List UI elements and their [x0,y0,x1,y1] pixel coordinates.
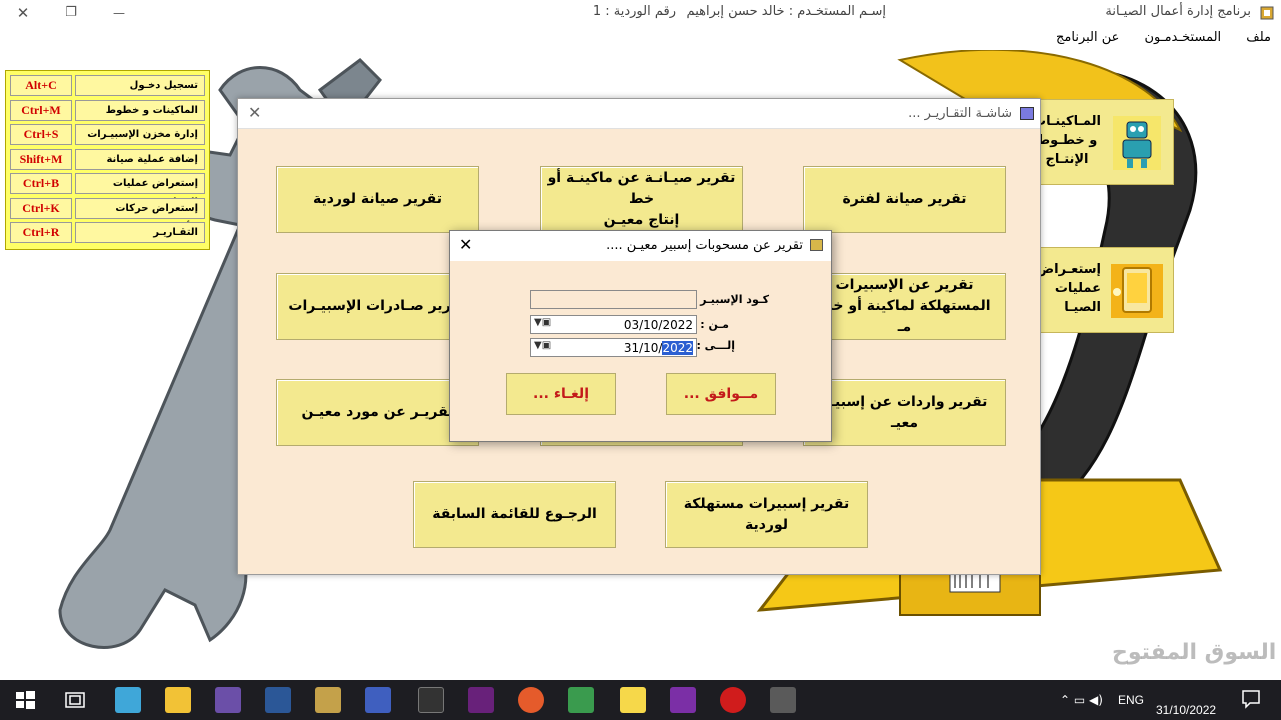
task-view-icon[interactable] [62,687,88,713]
back-to-previous-menu-button[interactable]: الرجـوع للقائمة السابقة [413,481,616,548]
robot-icon [1113,116,1161,170]
report-consumed-spares-shift-button[interactable]: تقرير إسبيرات مستهلكة لوردية [665,481,868,548]
shortcut-row[interactable]: Shift+M إضافة عملية صيانة [9,148,206,173]
spare-code-label: كـود الإسبيـر : [691,293,769,306]
shortcut-label: إدارة مخزن الإسبيـرات [75,124,205,145]
menu-users[interactable]: المستخـدمـون [1135,27,1232,48]
shortcut-label: الماكينات و خطوط الإنتاج [75,99,205,135]
operations-tile-label: إستعـراض عمليات الصيـا [1036,262,1101,315]
report-period-maintenance-button[interactable]: تقرير صيانة لفترة [803,166,1006,233]
maintenance-app-icon[interactable] [770,687,796,713]
reports-window-title: شاشـة التقـاريـر ... [908,106,1012,121]
watermark-text: السوق المفتوح [1112,640,1277,665]
dialog-title: تقرير عن مسحوبات إسبير معيـن .... [606,238,803,253]
close-icon[interactable]: ✕ [8,2,38,24]
app-titlebar: ✕ ❐ — رقم الوردية : 1 إسـم المستخـدم : خ… [0,0,1281,26]
close-icon[interactable]: ✕ [459,235,472,254]
machines-tile-label: المـاكينـات و خطـوط الإنتـاج [1033,114,1101,167]
visual-studio-2-icon[interactable] [468,687,494,713]
tablet-icon [1111,264,1163,318]
shortcut-key: Alt+C [10,75,72,96]
current-user-label: إسـم المستخـدم : خالد حسن إبراهيم [686,4,886,19]
app-title: برنامج إدارة أعمال الصيـانة [1105,4,1251,19]
shortcut-row[interactable]: Ctrl+B إستعراض عمليات الصيانة [9,172,206,208]
shortcut-key: Ctrl+M [10,99,72,121]
calendar-dropdown-icon[interactable]: ▼▣ [534,317,551,328]
operations-tile[interactable]: إستعـراض عمليات الصيـا [1030,247,1174,333]
shortcut-row[interactable]: Alt+C تسجيل دخـول [9,74,206,99]
windows-start-icon[interactable] [12,687,38,713]
shortcut-key: Ctrl+B [10,173,72,194]
to-date-prefix: 31/10/ [623,341,663,355]
file-explorer-icon[interactable] [165,687,191,713]
machines-tile[interactable]: المـاكينـات و خطـوط الإنتـاج [1030,99,1174,185]
to-date-label: إلـــى : [696,339,735,352]
shortcut-row[interactable]: Ctrl+R التقـاريـر [9,221,206,246]
app-icon [1260,6,1274,20]
close-icon[interactable]: ✕ [248,103,261,122]
shortcut-row[interactable]: Ctrl+M الماكينات و خطوط الإنتاج [9,99,206,135]
notifications-icon[interactable] [1240,688,1262,710]
menu-file[interactable]: ملف [1236,27,1281,48]
image-viewer-icon[interactable] [568,687,594,713]
ok-button[interactable]: مــوافق ... [666,373,776,415]
browser-icon[interactable] [518,687,544,713]
shortcut-label: إضافة عملية صيانة [75,148,205,170]
sticky-notes-icon[interactable] [620,687,646,713]
cancel-button[interactable]: إلغـاء ... [506,373,616,415]
window-icon [1020,107,1034,120]
remote-desktop-icon[interactable] [115,687,141,713]
tray-icons[interactable]: ⌃ ▭ ◀) [1060,693,1103,707]
shortcut-label: إستعراض عمليات الصيانة [75,173,205,208]
terminal-icon[interactable] [418,687,444,713]
recorder-icon[interactable] [720,687,746,713]
shortcut-key: Ctrl+K [10,197,72,219]
shortcut-key: Shift+M [10,148,72,170]
shift-number-label: رقم الوردية : 1 [592,4,676,19]
shortcut-key: Ctrl+S [10,124,72,145]
to-date-value: 31/10/2022 [624,341,693,355]
windows-taskbar: ⌃ ▭ ◀) ENG 31/10/2022 [0,680,1281,720]
visual-studio-icon[interactable] [215,687,241,713]
report-machine-maintenance-button[interactable]: تقرير صيـانـة عن ماكينـة أو خط إنتاج معي… [540,166,743,233]
report-spare-incoming-button[interactable]: تقرير واردات عن إسبيـر معيـ [803,379,1006,446]
calendar-dropdown-icon[interactable]: ▼▣ [534,340,551,351]
shortcut-label: التقـاريـر [75,222,205,243]
to-date-picker[interactable]: ▼▣ 31/10/2022 [530,338,697,357]
dialog-icon [810,239,823,251]
spare-withdrawals-dialog: ✕ تقرير عن مسحوبات إسبير معيـن .... كـود… [449,230,832,442]
reports-window-titlebar: ✕ شاشـة التقـاريـر ... [238,99,1040,129]
shortcut-panel: Alt+C تسجيل دخـول Ctrl+M الماكينات و خطو… [5,70,210,250]
from-date-label: مـن : [700,318,729,331]
dialog-titlebar: ✕ تقرير عن مسحوبات إسبير معيـن .... [450,231,831,261]
input-language-indicator[interactable]: ENG [1118,693,1144,707]
app-d-icon[interactable] [365,687,391,713]
onenote-icon[interactable] [670,687,696,713]
shortcut-row[interactable]: Ctrl+S إدارة مخزن الإسبيـرات [9,123,206,148]
report-consumed-spares-button[interactable]: تقرير عن الإسبيرات المستهلكة لماكينة أو … [803,273,1006,340]
from-date-value: 03/10/2022 [623,318,693,332]
clock-date[interactable]: 31/10/2022 [1156,703,1216,717]
menu-bar: ملف المستخـدمـون عن البرنامج [0,26,1281,50]
minimize-icon[interactable]: — [104,2,134,24]
shortcut-key: Ctrl+R [10,222,72,243]
shortcut-row[interactable]: Ctrl+K إستعراض حركات الأصنـاف [9,197,206,233]
menu-about[interactable]: عن البرنامج [1046,27,1129,48]
database-tool-icon[interactable] [315,687,341,713]
report-shift-maintenance-button[interactable]: تقرير صيانة لوردية [276,166,479,233]
shortcut-label: تسجيل دخـول [75,75,205,96]
word-icon[interactable] [265,687,291,713]
restore-icon[interactable]: ❐ [56,2,86,24]
from-date-picker[interactable]: ▼▣ 03/10/2022 [530,315,697,334]
to-date-selected-year: 2022 [662,341,693,355]
shortcut-label: إستعراض حركات الأصنـاف [75,197,205,233]
spare-code-input[interactable] [530,290,697,309]
